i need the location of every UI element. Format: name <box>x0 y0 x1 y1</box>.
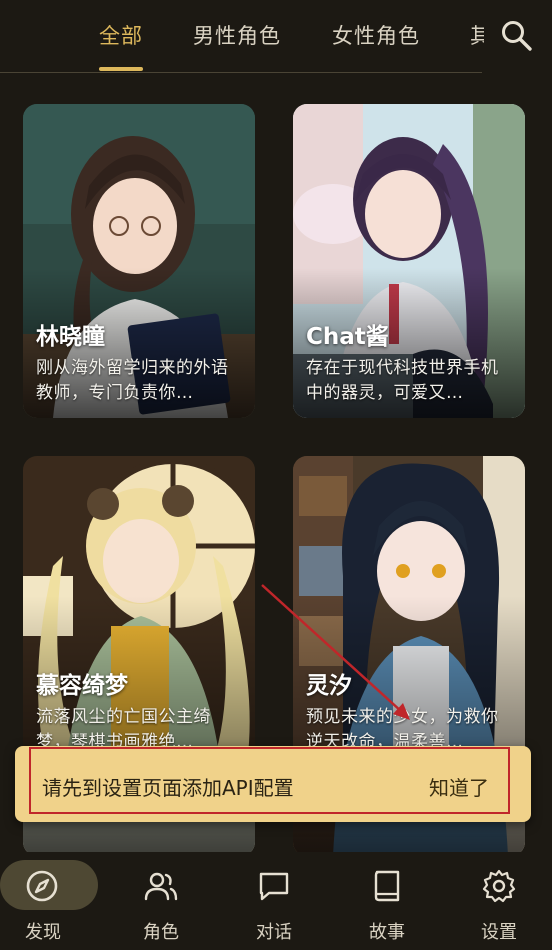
nav-item-settings[interactable]: 设置 <box>444 852 552 950</box>
tab-all[interactable]: 全部 <box>99 20 143 50</box>
nav-item-discover[interactable]: 发现 <box>0 852 110 950</box>
message-icon <box>259 872 289 901</box>
character-name: Chat酱 <box>306 324 389 350</box>
character-description: 存在于现代科技世界手机中的器灵，可爱又… <box>306 358 499 403</box>
character-card[interactable]: Chat酱 存在于现代科技世界手机中的器灵，可爱又… <box>293 104 525 418</box>
character-name: 林晓瞳 <box>36 324 105 350</box>
active-tab-indicator <box>99 67 143 71</box>
tab-male-characters[interactable]: 男性角色 <box>193 20 281 50</box>
nav-label-discover: 发现 <box>25 922 61 943</box>
search-button[interactable] <box>499 18 535 54</box>
nav-label-roles: 角色 <box>143 922 179 943</box>
nav-label-story: 故事 <box>369 922 405 943</box>
character-name: 灵汐 <box>306 673 352 699</box>
users-icon <box>144 872 178 901</box>
nav-item-story[interactable]: 故事 <box>332 852 442 950</box>
character-name: 慕容绮梦 <box>36 673 128 699</box>
tab-divider <box>0 72 482 73</box>
category-tab-bar: 全部 男性角色 女性角色 其 <box>0 0 552 74</box>
character-card[interactable]: 林晓瞳 刚从海外留学归来的外语教师，专门负责你… <box>23 104 255 418</box>
search-icon <box>502 21 532 51</box>
tab-scroller[interactable]: 全部 男性角色 女性角色 其 <box>0 0 484 70</box>
compass-icon <box>26 870 58 902</box>
tab-other[interactable]: 其 <box>470 20 484 50</box>
nav-label-chat: 对话 <box>256 922 292 943</box>
book-icon <box>374 870 400 902</box>
nav-item-chat[interactable]: 对话 <box>219 852 329 950</box>
bottom-navigation: 发现 角色 对话 故事 设置 <box>0 852 552 950</box>
nav-item-roles[interactable]: 角色 <box>106 852 216 950</box>
character-description: 刚从海外留学归来的外语教师，专门负责你… <box>36 358 229 403</box>
annotation-highlight-box <box>29 747 510 814</box>
nav-label-settings: 设置 <box>481 922 517 943</box>
tab-female-characters[interactable]: 女性角色 <box>332 20 420 50</box>
gear-icon <box>482 869 516 903</box>
